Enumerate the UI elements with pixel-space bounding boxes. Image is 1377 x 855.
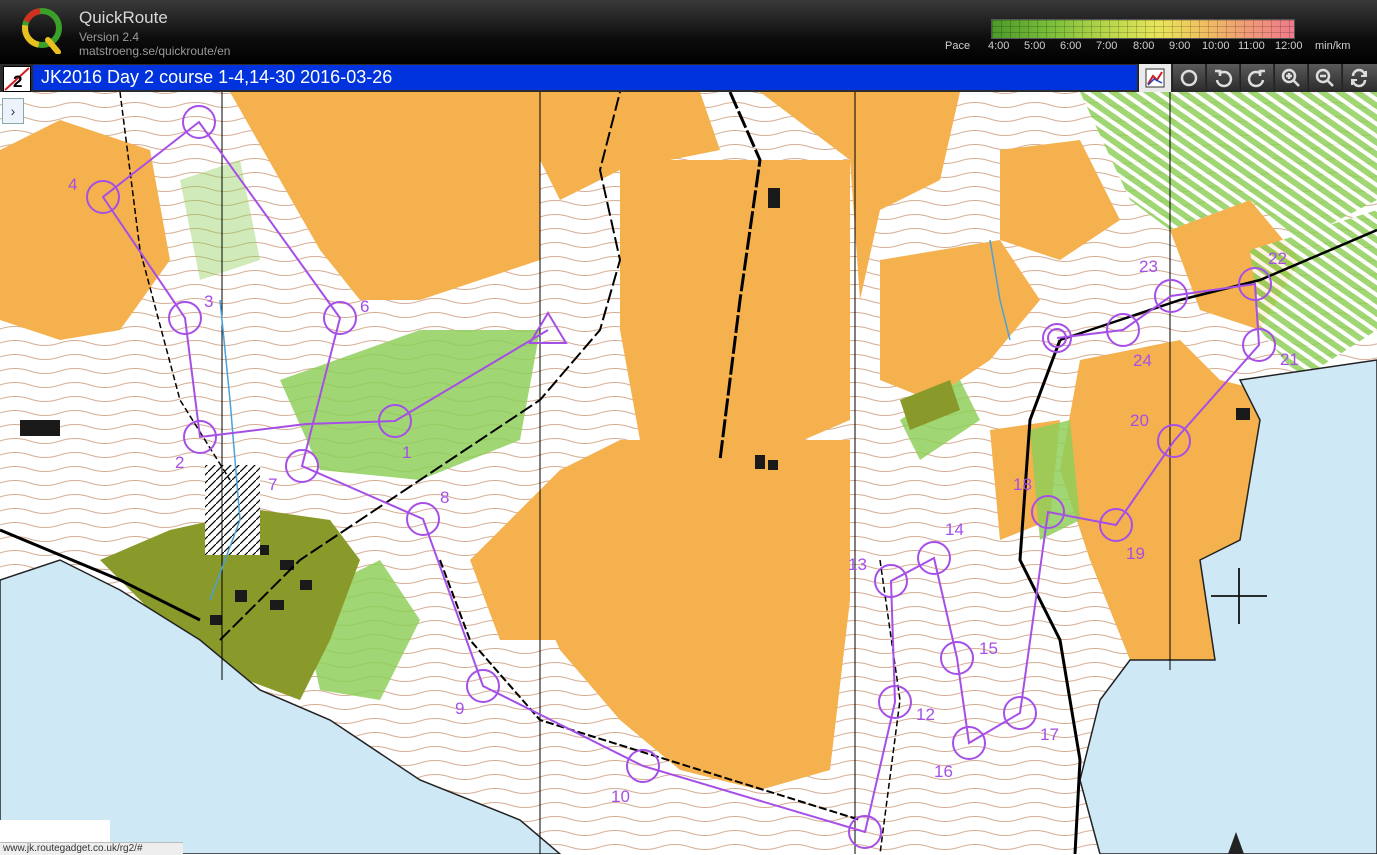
app-name: QuickRoute	[79, 8, 168, 27]
zoom-out-icon	[1315, 68, 1334, 87]
circle-tool-button[interactable]	[1172, 64, 1205, 92]
control-label: 17	[1040, 725, 1059, 744]
control-label: 3	[204, 292, 213, 311]
route-title: JK2016 Day 2 course 1-4,14-30 2016-03-26	[33, 65, 1137, 90]
control-label: 8	[440, 488, 449, 507]
control-label: 20	[1130, 411, 1149, 430]
control-label: 1	[402, 443, 411, 462]
pace-tick: 10:00	[1202, 40, 1230, 52]
control-label: 9	[455, 699, 464, 718]
route-overlay-button[interactable]	[1138, 64, 1171, 92]
control-label: 23	[1139, 257, 1158, 276]
control-label: 6	[360, 297, 369, 316]
chevron-right-icon: ›	[10, 103, 16, 119]
control-label: 22	[1268, 249, 1287, 268]
expand-sidebar-button[interactable]: ›	[2, 98, 24, 124]
pace-tick: 6:00	[1060, 40, 1082, 52]
circle-icon	[1180, 69, 1198, 87]
undo-icon	[1215, 69, 1233, 88]
app-header: QuickRoute Version 2.4 matstroeng.se/qui…	[0, 0, 1377, 64]
zoom-in-button[interactable]	[1274, 64, 1307, 92]
control-label: 12	[916, 705, 935, 724]
control-label: 16	[934, 762, 953, 781]
control-label: 24	[1133, 351, 1152, 370]
control-label: 13	[848, 555, 867, 574]
orienteering-map[interactable]: 1 2 3 4 6 7 8 9 10 12 13 14 15 16 17 18 …	[0, 92, 1377, 854]
pace-tick: 4:00	[988, 40, 1010, 52]
pace-tick: 8:00	[1133, 40, 1155, 52]
control-label: 2	[175, 453, 184, 472]
zoom-out-button[interactable]	[1308, 64, 1341, 92]
quickroute-logo-icon	[22, 8, 62, 54]
pace-tick: 11:00	[1238, 40, 1265, 52]
control-label: 19	[1126, 544, 1145, 563]
control-label: 15	[979, 639, 998, 658]
control-label: 21	[1280, 350, 1299, 369]
redo-button[interactable]	[1240, 64, 1273, 92]
control-label: 4	[68, 175, 77, 194]
zoom-in-icon	[1281, 68, 1300, 87]
map-canvas[interactable]: 1 2 3 4 6 7 8 9 10 12 13 14 15 16 17 18 …	[0, 92, 1377, 854]
redo-icon	[1247, 69, 1265, 88]
pace-tick: 12:00	[1275, 40, 1303, 52]
pace-tick: 5:00	[1024, 40, 1046, 52]
refresh-icon	[1351, 68, 1367, 88]
app-version: Version 2.4	[79, 30, 140, 44]
pace-color-scale	[991, 19, 1295, 39]
pace-tick: 9:00	[1169, 40, 1191, 52]
pace-tick: 7:00	[1096, 40, 1118, 52]
course-badge-number: 2	[13, 72, 22, 91]
route-overlay-icon	[1145, 68, 1165, 88]
control-label: 7	[268, 475, 277, 494]
course-badge: 2	[3, 66, 31, 92]
control-label: 14	[945, 520, 964, 539]
status-url: www.jk.routegadget.co.uk/rg2/#	[0, 842, 183, 855]
pace-label: Pace	[945, 40, 971, 52]
pace-unit: min/km	[1315, 40, 1351, 52]
control-label: 10	[611, 787, 630, 806]
undo-button[interactable]	[1206, 64, 1239, 92]
app-url[interactable]: matstroeng.se/quickroute/en	[79, 44, 230, 58]
control-label: 18	[1013, 475, 1032, 494]
refresh-button[interactable]	[1342, 64, 1377, 92]
